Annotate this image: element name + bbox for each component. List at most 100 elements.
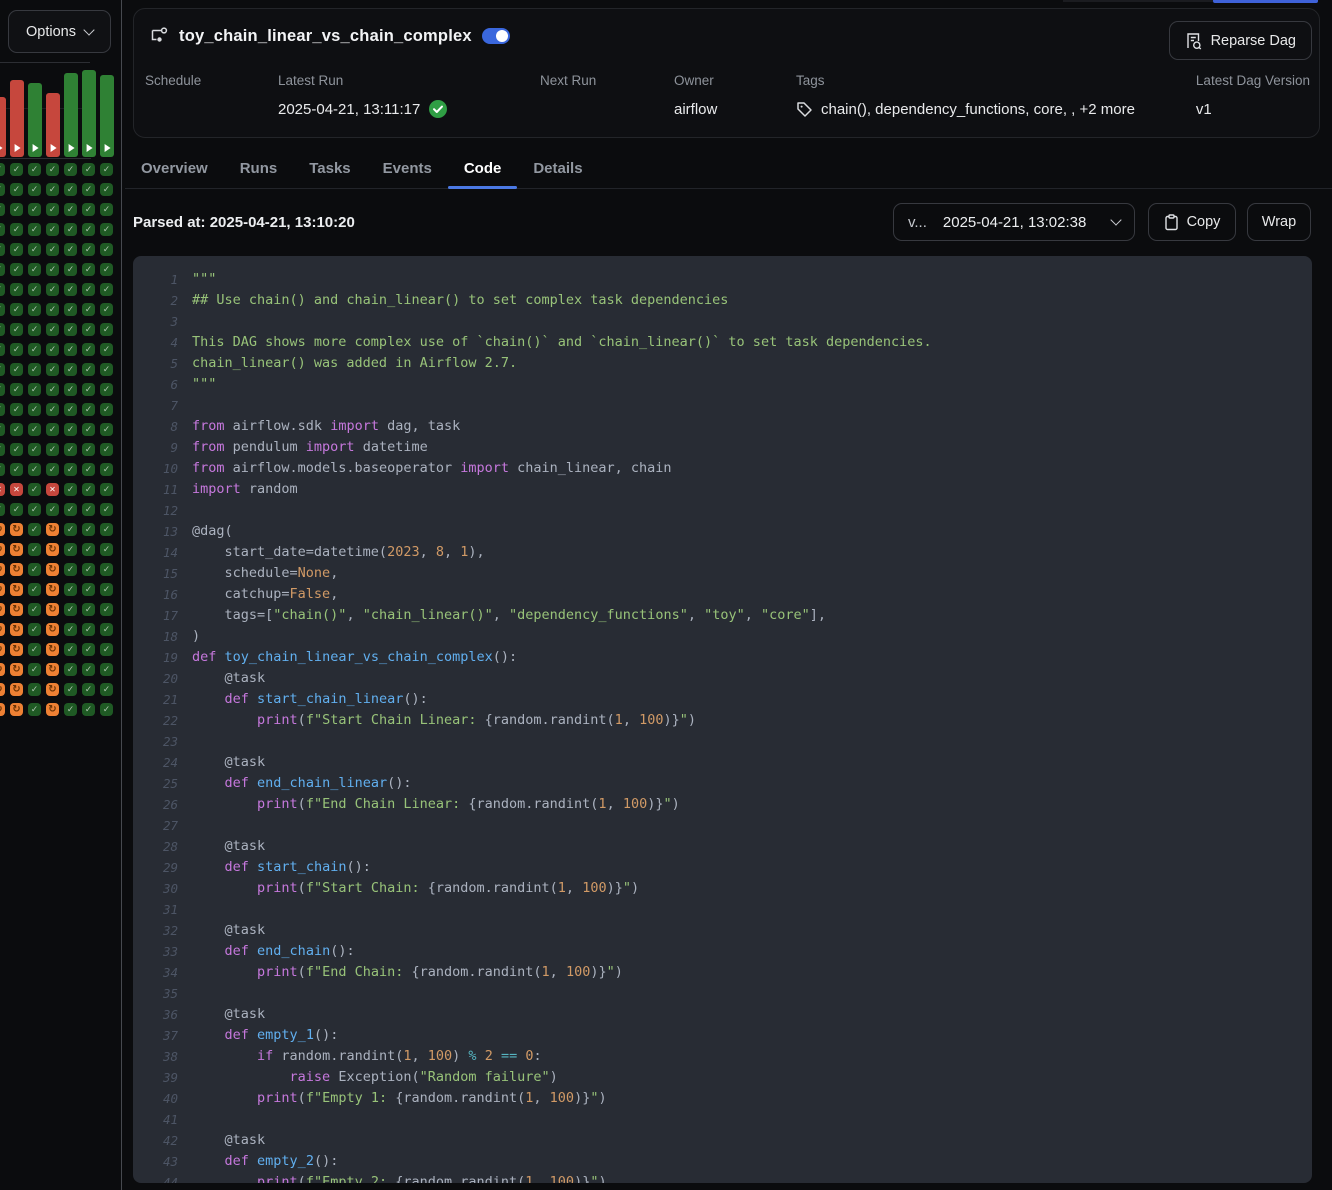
task-instance-success[interactable]: ✓	[0, 283, 5, 296]
task-instance-retry[interactable]: ↻	[10, 623, 23, 636]
task-instance-retry[interactable]: ↻	[0, 583, 5, 596]
task-instance-success[interactable]: ✓	[100, 223, 113, 236]
task-instance-success[interactable]: ✓	[0, 183, 5, 196]
tab-runs[interactable]: Runs	[224, 148, 294, 188]
reparse-dag-button[interactable]: Reparse Dag	[1169, 21, 1312, 60]
task-instance-success[interactable]: ✓	[64, 463, 77, 476]
task-instance-success[interactable]: ✓	[82, 583, 95, 596]
task-instance-success[interactable]: ✓	[64, 483, 77, 496]
task-instance-success[interactable]: ✓	[10, 383, 23, 396]
task-instance-success[interactable]: ✓	[28, 523, 41, 536]
task-instance-retry[interactable]: ↻	[0, 683, 5, 696]
tab-tasks[interactable]: Tasks	[293, 148, 366, 188]
task-instance-success[interactable]: ✓	[28, 603, 41, 616]
task-instance-success[interactable]: ✓	[82, 563, 95, 576]
task-instance-success[interactable]: ✓	[10, 503, 23, 516]
task-instance-success[interactable]: ✓	[82, 483, 95, 496]
task-instance-retry[interactable]: ↻	[10, 683, 23, 696]
task-instance-failed[interactable]: ✕	[10, 483, 23, 496]
task-instance-success[interactable]: ✓	[100, 403, 113, 416]
task-instance-success[interactable]: ✓	[46, 303, 59, 316]
tab-overview[interactable]: Overview	[125, 148, 224, 188]
task-instance-success[interactable]: ✓	[100, 663, 113, 676]
task-instance-success[interactable]: ✓	[0, 203, 5, 216]
task-instance-success[interactable]: ✓	[10, 203, 23, 216]
task-instance-success[interactable]: ✓	[28, 183, 41, 196]
task-instance-success[interactable]: ✓	[82, 543, 95, 556]
task-instance-success[interactable]: ✓	[64, 263, 77, 276]
task-instance-success[interactable]: ✓	[82, 703, 95, 716]
task-instance-retry[interactable]: ↻	[0, 623, 5, 636]
task-instance-success[interactable]: ✓	[100, 503, 113, 516]
task-instance-success[interactable]: ✓	[28, 563, 41, 576]
task-instance-success[interactable]: ✓	[28, 203, 41, 216]
task-instance-success[interactable]: ✓	[64, 443, 77, 456]
task-instance-success[interactable]: ✓	[28, 583, 41, 596]
task-instance-success[interactable]: ✓	[100, 463, 113, 476]
task-instance-success[interactable]: ✓	[82, 623, 95, 636]
task-instance-success[interactable]: ✓	[100, 603, 113, 616]
task-instance-success[interactable]: ✓	[64, 223, 77, 236]
task-instance-success[interactable]: ✓	[82, 223, 95, 236]
task-instance-success[interactable]: ✓	[64, 323, 77, 336]
task-instance-success[interactable]: ✓	[82, 423, 95, 436]
tab-code[interactable]: Code	[448, 148, 518, 188]
task-instance-success[interactable]: ✓	[0, 323, 5, 336]
task-instance-success[interactable]: ✓	[100, 363, 113, 376]
task-instance-success[interactable]: ✓	[82, 303, 95, 316]
task-instance-success[interactable]: ✓	[46, 343, 59, 356]
task-instance-success[interactable]: ✓	[0, 343, 5, 356]
task-instance-success[interactable]: ✓	[28, 263, 41, 276]
task-instance-success[interactable]: ✓	[64, 203, 77, 216]
task-instance-success[interactable]: ✓	[10, 443, 23, 456]
task-instance-retry[interactable]: ↻	[0, 563, 5, 576]
task-instance-success[interactable]: ✓	[46, 443, 59, 456]
task-instance-success[interactable]: ✓	[100, 163, 113, 176]
task-instance-success[interactable]: ✓	[28, 443, 41, 456]
task-instance-success[interactable]: ✓	[46, 323, 59, 336]
wrap-button[interactable]: Wrap	[1247, 203, 1311, 241]
task-instance-success[interactable]: ✓	[10, 403, 23, 416]
dag-run-bar[interactable]	[64, 73, 78, 157]
task-instance-retry[interactable]: ↻	[46, 583, 59, 596]
task-instance-success[interactable]: ✓	[82, 363, 95, 376]
task-instance-failed[interactable]: ✕	[0, 483, 5, 496]
task-instance-success[interactable]: ✓	[0, 263, 5, 276]
task-instance-success[interactable]: ✓	[100, 703, 113, 716]
task-instance-success[interactable]: ✓	[0, 303, 5, 316]
task-instance-success[interactable]: ✓	[10, 283, 23, 296]
task-instance-success[interactable]: ✓	[100, 283, 113, 296]
task-instance-success[interactable]: ✓	[82, 443, 95, 456]
task-instance-retry[interactable]: ↻	[10, 603, 23, 616]
task-instance-success[interactable]: ✓	[46, 263, 59, 276]
task-instance-retry[interactable]: ↻	[46, 523, 59, 536]
task-instance-success[interactable]: ✓	[10, 463, 23, 476]
task-instance-success[interactable]: ✓	[64, 523, 77, 536]
task-instance-success[interactable]: ✓	[82, 663, 95, 676]
task-instance-success[interactable]: ✓	[82, 263, 95, 276]
task-instance-success[interactable]: ✓	[100, 243, 113, 256]
task-instance-success[interactable]: ✓	[64, 603, 77, 616]
task-instance-success[interactable]: ✓	[82, 683, 95, 696]
task-instance-success[interactable]: ✓	[28, 243, 41, 256]
task-instance-retry[interactable]: ↻	[46, 603, 59, 616]
task-instance-success[interactable]: ✓	[64, 703, 77, 716]
task-instance-success[interactable]: ✓	[10, 343, 23, 356]
task-instance-success[interactable]: ✓	[10, 363, 23, 376]
task-instance-success[interactable]: ✓	[82, 463, 95, 476]
task-instance-success[interactable]: ✓	[28, 163, 41, 176]
task-instance-success[interactable]: ✓	[64, 363, 77, 376]
task-instance-success[interactable]: ✓	[0, 463, 5, 476]
task-instance-retry[interactable]: ↻	[10, 523, 23, 536]
task-instance-success[interactable]: ✓	[100, 263, 113, 276]
task-instance-success[interactable]: ✓	[28, 303, 41, 316]
task-instance-success[interactable]: ✓	[46, 423, 59, 436]
task-instance-success[interactable]: ✓	[82, 403, 95, 416]
task-instance-success[interactable]: ✓	[100, 523, 113, 536]
task-instance-success[interactable]: ✓	[28, 323, 41, 336]
task-instance-success[interactable]: ✓	[100, 443, 113, 456]
task-instance-success[interactable]: ✓	[28, 483, 41, 496]
task-instance-success[interactable]: ✓	[100, 543, 113, 556]
task-instance-success[interactable]: ✓	[100, 643, 113, 656]
task-instance-success[interactable]: ✓	[64, 543, 77, 556]
